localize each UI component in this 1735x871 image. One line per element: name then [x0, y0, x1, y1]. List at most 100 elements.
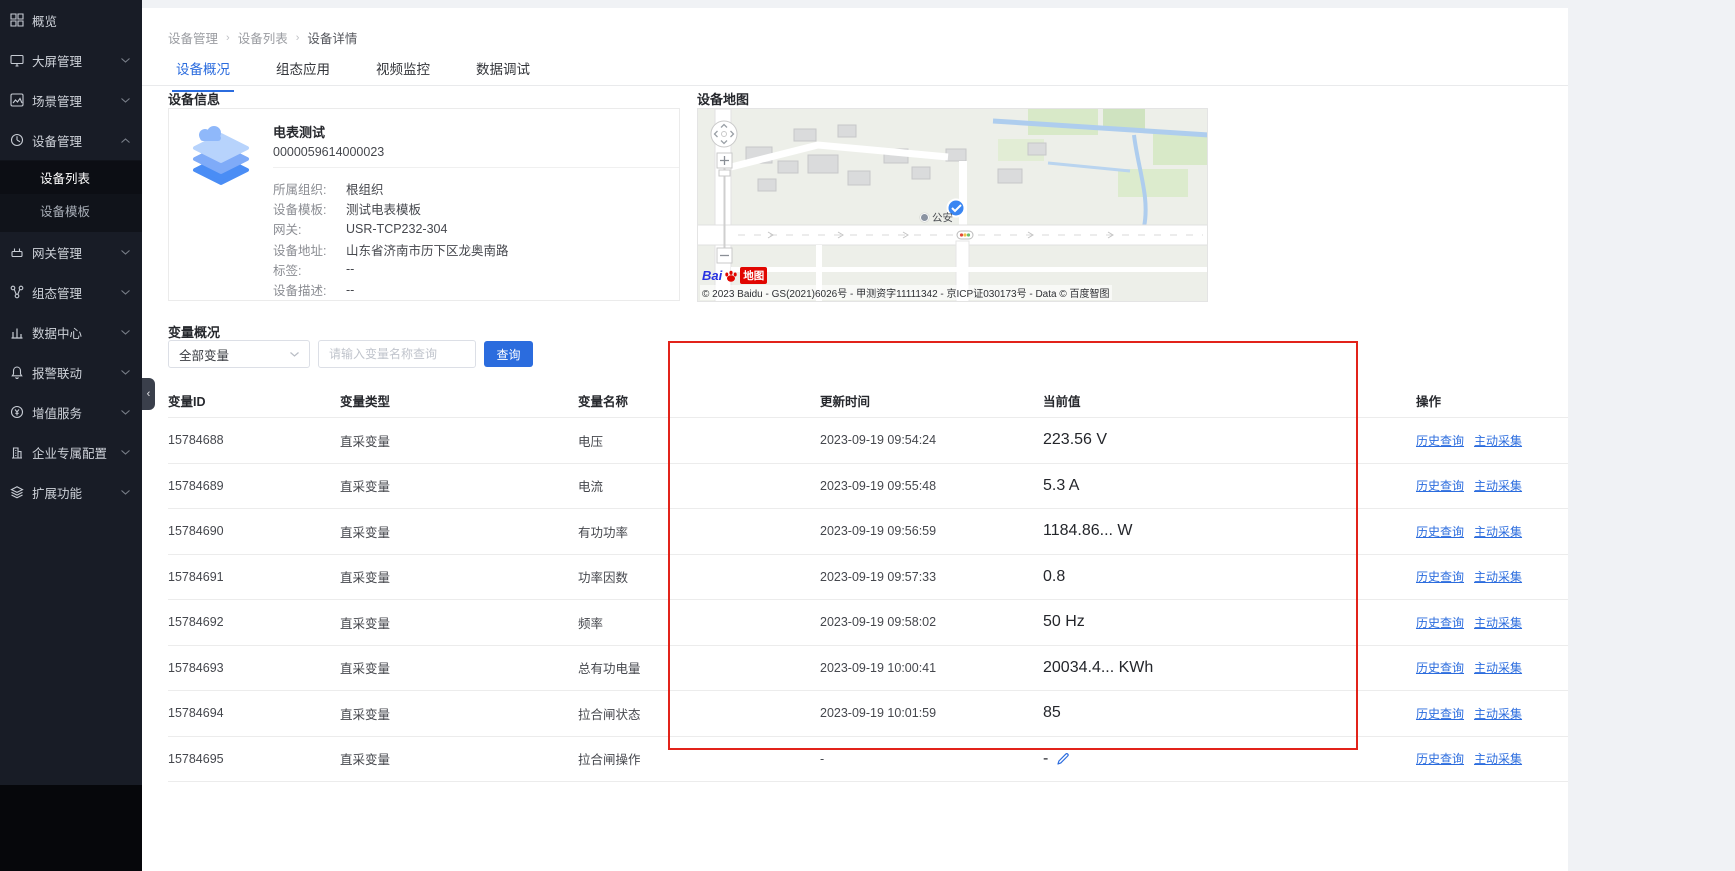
sidebar-collapse-handle[interactable]: ‹: [142, 378, 155, 410]
cell-update-time: 2023-09-19 09:57:33: [820, 570, 1043, 584]
search-button[interactable]: 查询: [484, 341, 533, 367]
sidebar-item-alarm-linkage[interactable]: 报警联动: [0, 352, 142, 392]
sidebar-item-device-list[interactable]: 设备列表: [0, 161, 142, 194]
breadcrumb-separator: ›: [226, 32, 230, 44]
table-row: 15784691 直采变量 功率因数 2023-09-19 09:57:33 0…: [168, 555, 1568, 601]
device-map[interactable]: 公安 Bai 地图 © 2023 Baidu - GS(2021)6026号 -…: [697, 108, 1208, 302]
variable-filter-select[interactable]: 全部变量: [168, 340, 310, 368]
baidu-logo[interactable]: Bai 地图: [702, 267, 767, 284]
traffic-light-icon: [957, 231, 973, 239]
device-map-section-title: 设备地图: [697, 89, 749, 108]
cell-variable-id: 15784690: [168, 524, 340, 538]
variables-table: 变量ID 变量类型 变量名称 更新时间 当前值 操作 15784688 直采变量…: [168, 384, 1568, 782]
cell-variable-id: 15784692: [168, 615, 340, 629]
cell-variable-id: 15784689: [168, 479, 340, 493]
sidebar-item-scene-management[interactable]: 场景管理: [0, 80, 142, 120]
sidebar-item-device-management[interactable]: 设备管理: [0, 120, 142, 160]
chevron-down-icon: [121, 450, 130, 455]
field-device-description: 设备描述:--: [273, 279, 509, 299]
history-query-link[interactable]: 历史查询: [1416, 614, 1464, 631]
col-variable-id: 变量ID: [168, 391, 340, 410]
sidebar-item-data-center[interactable]: 数据中心: [0, 312, 142, 352]
sidebar-item-label: 数据中心: [32, 323, 82, 342]
sidebar-item-label: 增值服务: [32, 403, 82, 422]
sidebar-item-overview[interactable]: 概览: [0, 0, 142, 40]
cell-variable-type: 直采变量: [340, 567, 578, 586]
field-organization: 所属组织:根组织: [273, 178, 509, 198]
active-collect-link[interactable]: 主动采集: [1474, 614, 1522, 631]
scene-icon: [10, 93, 24, 107]
breadcrumb-device-list[interactable]: 设备列表: [238, 28, 288, 47]
sidebar-item-label: 报警联动: [32, 363, 82, 382]
table-row: 15784689 直采变量 电流 2023-09-19 09:55:48 5.3…: [168, 464, 1568, 510]
history-query-link[interactable]: 历史查询: [1416, 523, 1464, 540]
history-query-link[interactable]: 历史查询: [1416, 432, 1464, 449]
cell-update-time: 2023-09-19 10:01:59: [820, 706, 1043, 720]
breadcrumb: 设备管理 › 设备列表 › 设备详情: [168, 28, 357, 47]
sidebar-item-device-template[interactable]: 设备模板: [0, 194, 142, 227]
cell-update-time: 2023-09-19 09:54:24: [820, 433, 1043, 447]
chevron-down-icon: [121, 250, 130, 255]
active-collect-link[interactable]: 主动采集: [1474, 523, 1522, 540]
col-actions: 操作: [1416, 391, 1568, 410]
active-collect-link[interactable]: 主动采集: [1474, 432, 1522, 449]
poi-dot-icon: [920, 213, 929, 222]
cell-variable-name: 拉合闸操作: [578, 749, 820, 768]
variable-search-input[interactable]: [318, 340, 476, 368]
cell-variable-name: 频率: [578, 613, 820, 632]
cell-variable-name: 功率因数: [578, 567, 820, 586]
history-query-link[interactable]: 历史查询: [1416, 477, 1464, 494]
tab-video-monitor[interactable]: 视频监控: [372, 52, 434, 92]
edit-value-icon[interactable]: [1056, 752, 1070, 766]
field-device-address: 设备地址:山东省济南市历下区龙奥南路: [273, 239, 509, 259]
sidebar-item-label: 场景管理: [32, 91, 82, 110]
overview-icon: [10, 13, 24, 27]
history-query-link[interactable]: 历史查询: [1416, 568, 1464, 585]
big-screen-icon: [10, 53, 24, 67]
cell-update-time: 2023-09-19 09:56:59: [820, 524, 1043, 538]
variables-section-title: 变量概况: [168, 322, 220, 341]
sidebar-item-enterprise-config[interactable]: 企业专属配置: [0, 432, 142, 472]
sidebar-item-extended-functions[interactable]: 扩展功能: [0, 472, 142, 512]
sidebar-item-gateway-management[interactable]: 网关管理: [0, 232, 142, 272]
sidebar-item-value-added-services[interactable]: 增值服务: [0, 392, 142, 432]
value-service-icon: [10, 405, 24, 419]
table-row: 15784693 直采变量 总有功电量 2023-09-19 10:00:41 …: [168, 646, 1568, 692]
active-collect-link[interactable]: 主动采集: [1474, 659, 1522, 676]
breadcrumb-device-detail: 设备详情: [307, 28, 357, 47]
history-query-link[interactable]: 历史查询: [1416, 705, 1464, 722]
active-collect-link[interactable]: 主动采集: [1474, 750, 1522, 767]
breadcrumb-device-management[interactable]: 设备管理: [168, 28, 218, 47]
history-query-link[interactable]: 历史查询: [1416, 750, 1464, 767]
baidu-paw-icon: [724, 269, 738, 283]
sidebar-item-label: 网关管理: [32, 243, 82, 262]
cell-update-time: -: [820, 752, 1043, 766]
sidebar-item-configuration-management[interactable]: 组态管理: [0, 272, 142, 312]
table-row: 15784692 直采变量 频率 2023-09-19 09:58:02 50 …: [168, 600, 1568, 646]
cell-variable-name: 有功功率: [578, 522, 820, 541]
cell-current-value: -: [1043, 750, 1416, 768]
map-pan-control[interactable]: [711, 121, 737, 147]
tab-configuration-app[interactable]: 组态应用: [272, 52, 334, 92]
sidebar: 概览 大屏管理 场景管理 设备管理 设备列表 设备模板 网关管理 组态管理 数据…: [0, 0, 142, 871]
history-query-link[interactable]: 历史查询: [1416, 659, 1464, 676]
sidebar-item-label: 扩展功能: [32, 483, 82, 502]
device-icon: [10, 133, 24, 147]
map-copyright: © 2023 Baidu - GS(2021)6026号 - 甲测资字11111…: [700, 285, 1112, 300]
sidebar-item-screen-management[interactable]: 大屏管理: [0, 40, 142, 80]
active-collect-link[interactable]: 主动采集: [1474, 568, 1522, 585]
cell-variable-id: 15784693: [168, 661, 340, 675]
active-collect-link[interactable]: 主动采集: [1474, 477, 1522, 494]
cell-current-value: 20034.4... KWh: [1043, 659, 1416, 677]
sidebar-item-label: 概览: [32, 11, 57, 30]
cell-update-time: 2023-09-19 09:55:48: [820, 479, 1043, 493]
active-collect-link[interactable]: 主动采集: [1474, 705, 1522, 722]
chevron-down-icon: [121, 58, 130, 63]
chevron-down-icon: [121, 370, 130, 375]
field-tags: 标签:--: [273, 259, 509, 279]
field-device-template: 设备模板:测试电表模板: [273, 198, 509, 218]
tab-device-overview[interactable]: 设备概况: [172, 52, 234, 92]
cell-variable-type: 直采变量: [340, 476, 578, 495]
tab-data-debug[interactable]: 数据调试: [472, 52, 534, 92]
table-row: 15784695 直采变量 拉合闸操作 - - 历史查询主动采集: [168, 737, 1568, 783]
